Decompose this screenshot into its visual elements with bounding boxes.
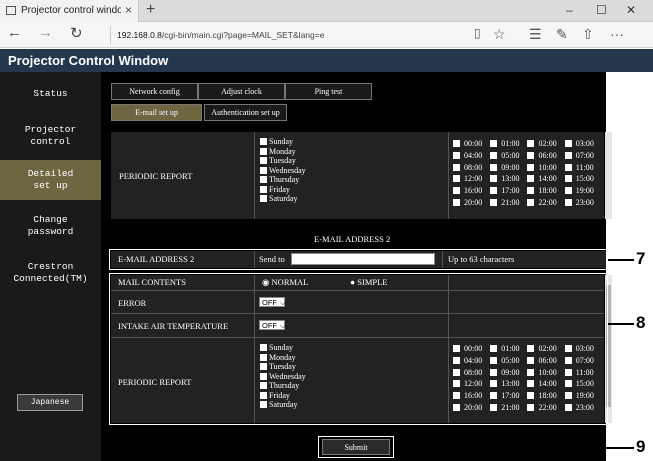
callout-leader-8 [608, 323, 634, 325]
hour-checkbox[interactable]: 13:00 [490, 174, 523, 183]
tab-email-set-up[interactable]: E-mail set up [111, 104, 202, 121]
day-checkbox[interactable]: Thursday [260, 175, 306, 185]
url-path: /cgi-bin/main.cgi?page=MAIL_SET&lang=e [161, 30, 325, 40]
new-tab-icon[interactable]: + [146, 1, 155, 19]
hour-checkbox[interactable]: 14:00 [527, 174, 560, 183]
day-checkbox[interactable]: Tuesday [260, 156, 306, 166]
reading-view-icon[interactable]: ▯ [474, 26, 481, 40]
callout-leader-9 [394, 447, 634, 449]
tab-title: Projector control windo [21, 5, 121, 16]
hour-checkbox[interactable]: 22:00 [527, 198, 560, 207]
app-title: Projector Control Window [8, 53, 169, 68]
browser-tab[interactable]: Projector control windo × [0, 0, 139, 22]
app-title-bar: Projector Control Window [0, 49, 653, 72]
periodic-report-label: PERIODIC REPORT [119, 171, 193, 181]
hour-checkbox[interactable]: 16:00 [453, 186, 486, 195]
hour-checkbox[interactable]: 07:00 [564, 151, 598, 160]
tab-authentication-set-up[interactable]: Authentication set up [204, 104, 287, 121]
close-window-icon[interactable]: ✕ [626, 3, 636, 17]
minimize-icon[interactable]: – [566, 3, 573, 17]
day-checkbox[interactable]: Saturday [260, 194, 306, 204]
url-host: 192.168.0.8 [117, 30, 162, 40]
hour-checkbox[interactable]: 08:00 [453, 163, 486, 172]
email-address-2-heading: E-MAIL ADDRESS 2 [314, 234, 391, 244]
sidebar-item-crestron[interactable]: Crestron Connected(TM) [0, 256, 101, 290]
submit-button[interactable]: Submit [322, 439, 390, 455]
hour-checkbox[interactable]: 03:00 [564, 139, 598, 148]
favorite-star-icon[interactable]: ☆ [493, 26, 506, 43]
day-checkbox[interactable]: Wednesday [260, 166, 306, 176]
back-icon[interactable]: ← [7, 24, 22, 41]
browser-tab-bar: Projector control windo × + – ☐ ✕ [0, 0, 653, 22]
hour-checkbox[interactable]: 12:00 [453, 174, 486, 183]
callout-box-7 [109, 249, 608, 270]
tab-ping-test[interactable]: Ping test [285, 83, 372, 100]
sidebar-item-status[interactable]: Status [0, 80, 101, 108]
scrollbar-1[interactable] [605, 132, 612, 219]
hour-checkbox[interactable]: 18:00 [527, 186, 560, 195]
hour-checkbox[interactable]: 10:00 [527, 163, 560, 172]
maximize-icon[interactable]: ☐ [596, 3, 607, 17]
hour-checkbox[interactable]: 05:00 [490, 151, 523, 160]
hour-checkbox[interactable]: 15:00 [564, 174, 598, 183]
hour-checkbox[interactable]: 21:00 [490, 198, 523, 207]
japanese-button[interactable]: Japanese [17, 394, 83, 411]
hour-checkbox[interactable]: 23:00 [564, 198, 598, 207]
share-icon[interactable]: ⇧ [582, 26, 594, 43]
day-checkbox[interactable]: Monday [260, 147, 306, 157]
hour-checkbox[interactable]: 11:00 [564, 163, 598, 172]
callout-number-9: 9 [636, 437, 646, 456]
callout-leader-7 [608, 259, 634, 261]
more-icon[interactable]: ··· [610, 26, 624, 42]
hour-checkbox[interactable]: 00:00 [453, 139, 486, 148]
tab-close-icon[interactable]: × [125, 3, 132, 17]
day-checkbox[interactable]: Sunday [260, 137, 306, 147]
tab-adjust-clock[interactable]: Adjust clock [198, 83, 285, 100]
notes-icon[interactable]: ✎ [556, 26, 568, 43]
hour-checkbox[interactable]: 09:00 [490, 163, 523, 172]
hub-icon[interactable]: ☰ [529, 26, 542, 43]
hours-grid-1: 00:00 01:00 02:00 03:00 04:00 05:00 06:00 07:0… [453, 138, 602, 209]
sidebar-item-projector-control[interactable]: Projector control [0, 120, 101, 152]
day-checkbox[interactable]: Friday [260, 185, 306, 195]
hour-checkbox[interactable]: 04:00 [453, 151, 486, 160]
sidebar-item-change-password[interactable]: Change password [0, 210, 101, 242]
callout-box-8 [109, 273, 608, 425]
hour-checkbox[interactable]: 06:00 [527, 151, 560, 160]
address-bar[interactable]: 192.168.0.8/cgi-bin/main.cgi?page=MAIL_S… [110, 26, 440, 44]
forward-icon[interactable]: → [38, 24, 53, 41]
sidebar: Status Projector control Detailed set up… [0, 72, 101, 461]
hour-checkbox[interactable]: 01:00 [490, 139, 523, 148]
hour-checkbox[interactable]: 02:00 [527, 139, 560, 148]
hour-checkbox[interactable]: 17:00 [490, 186, 523, 195]
hour-checkbox[interactable]: 19:00 [564, 186, 598, 195]
page-icon [6, 6, 16, 15]
days-list-1: Sunday Monday Tuesday Wednesday Thursday… [260, 137, 306, 204]
callout-number-8: 8 [636, 313, 646, 332]
sidebar-item-detailed-set-up[interactable]: Detailed set up [0, 160, 101, 200]
tab-network-config[interactable]: Network config [111, 83, 198, 100]
hour-checkbox[interactable]: 20:00 [453, 198, 486, 207]
callout-number-7: 7 [636, 249, 646, 268]
refresh-icon[interactable]: ↻ [70, 24, 83, 42]
